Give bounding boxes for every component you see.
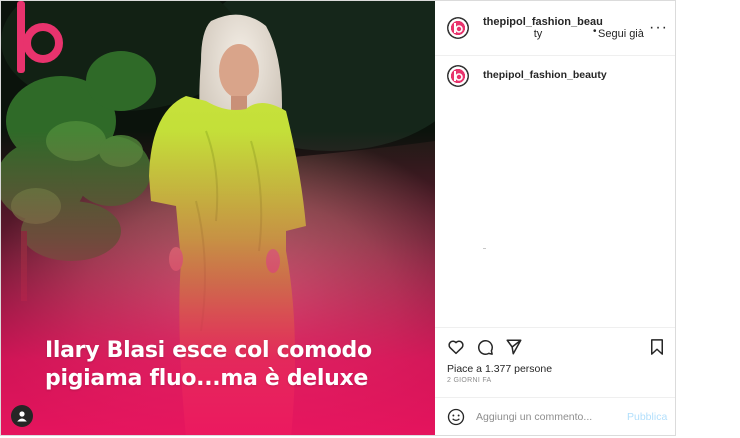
- post-date[interactable]: 2 GIORNI FA: [447, 377, 492, 384]
- share-icon[interactable]: [505, 338, 523, 356]
- headline-line-1: Ilary Blasi esce col comodo: [45, 338, 372, 363]
- brand-logo-icon: [17, 1, 63, 73]
- avatar-logo-icon: [454, 71, 463, 81]
- likes-count[interactable]: Piace a 1.377 persone: [447, 363, 552, 375]
- headline-line-2: pigiama fluo...ma è deluxe: [45, 366, 369, 391]
- post-sidebar: thepipol_fashion_beau ty • Segui già ···…: [435, 1, 675, 435]
- caption-avatar[interactable]: [447, 65, 469, 87]
- loading-mark: [483, 248, 486, 249]
- emoji-icon[interactable]: [447, 408, 465, 426]
- avatar-logo-icon: [454, 23, 463, 33]
- heart-icon[interactable]: [447, 338, 465, 356]
- username-part-1: thepipol_fashion_beau: [483, 16, 603, 28]
- caption-username-link[interactable]: thepipol_fashion_beauty: [483, 69, 607, 81]
- profile-username-link[interactable]: thepipol_fashion_beau ty: [483, 16, 603, 40]
- publish-button[interactable]: Pubblica: [627, 411, 667, 423]
- instagram-post: Ilary Blasi esce col comodo pigiama fluo…: [0, 0, 676, 436]
- following-button[interactable]: Segui già: [598, 28, 644, 40]
- post-image[interactable]: Ilary Blasi esce col comodo pigiama fluo…: [1, 1, 435, 435]
- post-headline: Ilary Blasi esce col comodo pigiama fluo…: [45, 337, 425, 393]
- bookmark-icon[interactable]: [648, 338, 666, 356]
- post-header: thepipol_fashion_beau ty • Segui già ···: [435, 1, 675, 56]
- tagged-users-button[interactable]: [11, 405, 33, 427]
- comment-icon[interactable]: [476, 338, 494, 356]
- profile-avatar[interactable]: [447, 17, 469, 39]
- comment-input[interactable]: Aggiungi un commento...: [476, 411, 592, 423]
- user-icon: [17, 411, 27, 422]
- separator-dot: •: [593, 26, 597, 37]
- more-options-icon[interactable]: ···: [649, 19, 668, 37]
- comment-bar: Aggiungi un commento... Pubblica: [435, 397, 675, 435]
- username-part-2: ty: [533, 28, 543, 40]
- post-actions: Piace a 1.377 persone 2 GIORNI FA: [435, 327, 675, 396]
